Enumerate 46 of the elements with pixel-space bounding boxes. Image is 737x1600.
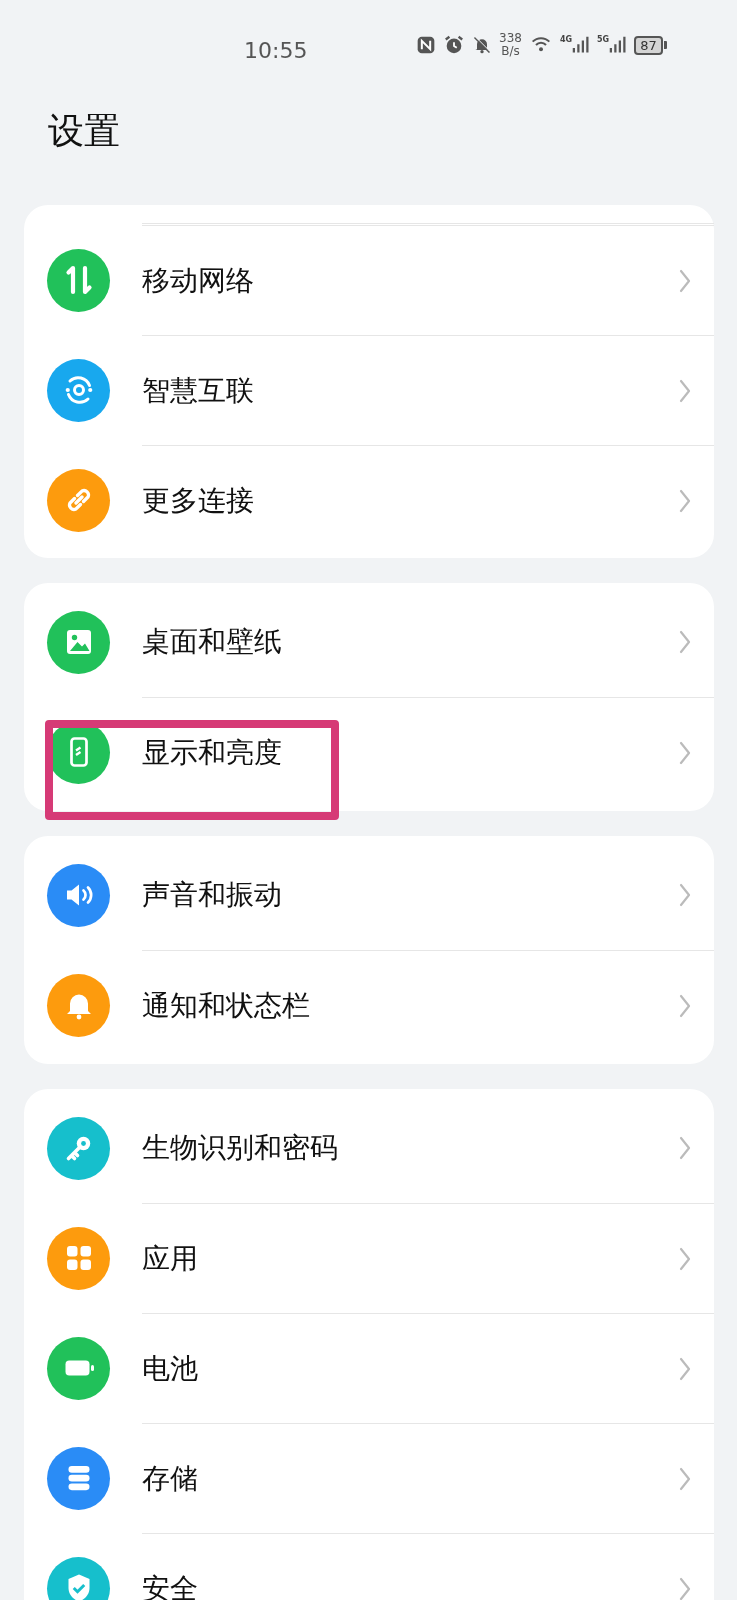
- settings-item[interactable]: 桌面和壁纸: [24, 587, 714, 697]
- chevron-icon: [678, 1465, 692, 1492]
- item-label: 桌面和壁纸: [142, 624, 283, 660]
- settings-item[interactable]: 更多连接: [24, 445, 714, 555]
- chevron-icon: [678, 267, 692, 294]
- item-label: 显示和亮度: [142, 734, 283, 771]
- chevron-icon: [678, 739, 692, 766]
- chevron-icon: [678, 629, 692, 655]
- settings-item[interactable]: 应用: [24, 1203, 714, 1313]
- chevron-icon: [678, 1355, 692, 1382]
- item-label: 智慧互联: [142, 372, 255, 409]
- chevron-icon: [678, 377, 692, 404]
- battery-level: 87: [634, 35, 663, 55]
- nfc-icon: [416, 35, 436, 55]
- settings-item[interactable]: 声音和振动: [24, 840, 714, 950]
- settings-item[interactable]: 通知和状态栏: [24, 950, 714, 1060]
- settings-item[interactable]: 移动网络: [24, 225, 714, 335]
- chevron-icon: [678, 882, 692, 908]
- item-label: 移动网络: [142, 262, 255, 299]
- clock-time: 10:55: [244, 37, 308, 65]
- settings-item[interactable]: 显示和亮度: [24, 697, 714, 807]
- item-label: 更多连接: [142, 482, 255, 519]
- muted-bell-icon: [472, 35, 492, 55]
- settings-item[interactable]: 存储: [24, 1423, 714, 1533]
- page-title: 设置: [47, 109, 121, 153]
- item-label: 电池: [142, 1350, 199, 1387]
- signal-icon: [609, 35, 628, 55]
- item-label: 通知和状态栏: [142, 987, 311, 1024]
- chevron-icon: [678, 1575, 692, 1600]
- settings-item[interactable]: 智慧互联: [24, 335, 714, 445]
- item-label: 生物识别和密码: [142, 1130, 339, 1166]
- network-speed: 338: [499, 32, 522, 45]
- item-label: 声音和振动: [142, 877, 283, 913]
- chevron-icon: [678, 1245, 692, 1272]
- speed-unit: B/s: [501, 45, 520, 58]
- item-label: 存储: [142, 1460, 199, 1497]
- item-label: 应用: [142, 1240, 199, 1277]
- chevron-icon: [678, 992, 692, 1019]
- chevron-icon: [678, 487, 692, 514]
- settings-item[interactable]: 电池: [24, 1313, 714, 1423]
- alarm-icon: [443, 34, 465, 56]
- settings-item[interactable]: 生物识别和密码: [24, 1093, 714, 1203]
- network-type: 5G: [597, 35, 610, 44]
- chevron-icon: [678, 1135, 692, 1161]
- signal-icon: [572, 35, 591, 55]
- network-type: 4G: [559, 35, 573, 44]
